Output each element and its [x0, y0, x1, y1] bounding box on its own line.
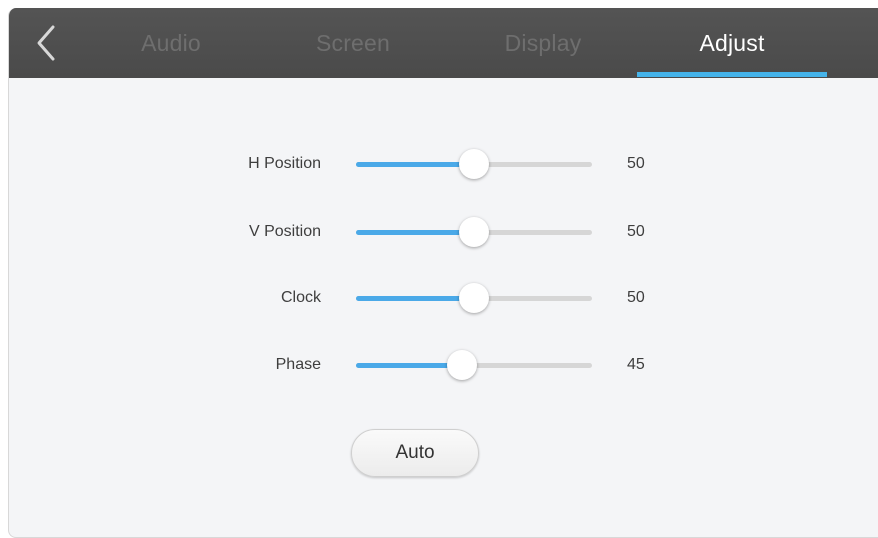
slider-row-phase: Phase 45 [9, 346, 878, 386]
slider-value: 50 [627, 155, 645, 172]
clock-slider[interactable] [356, 283, 592, 313]
slider-value: 50 [627, 289, 645, 306]
slider-row-v-position: V Position 50 [9, 213, 878, 253]
settings-panel: Audio Screen Display Adjust H Position 5… [8, 8, 878, 538]
slider-label: Clock [280, 289, 321, 306]
slider-row-clock: Clock 50 [9, 279, 878, 319]
chevron-left-icon [37, 25, 55, 61]
auto-button[interactable]: Auto [351, 429, 479, 477]
slider-value: 45 [627, 356, 645, 373]
slider-row-h-position: H Position 50 [9, 145, 878, 185]
slider-thumb[interactable] [447, 350, 478, 380]
tab-adjust[interactable]: Adjust [637, 8, 827, 78]
slider-fill [356, 162, 474, 167]
active-tab-indicator [637, 72, 827, 77]
slider-label: H Position [248, 155, 321, 172]
tab-screen[interactable]: Screen [258, 8, 448, 78]
tab-audio[interactable]: Audio [76, 8, 266, 78]
slider-value: 50 [627, 223, 645, 240]
slider-label: V Position [248, 223, 321, 240]
v-position-slider[interactable] [356, 217, 592, 247]
slider-fill [356, 296, 474, 301]
h-position-slider[interactable] [356, 149, 592, 179]
slider-thumb[interactable] [459, 283, 489, 313]
back-button[interactable] [33, 24, 61, 62]
slider-thumb[interactable] [459, 217, 489, 247]
tab-display[interactable]: Display [448, 8, 638, 78]
slider-label: Phase [275, 356, 321, 373]
phase-slider[interactable] [356, 350, 592, 380]
tab-bar: Audio Screen Display Adjust [9, 8, 878, 78]
slider-thumb[interactable] [459, 149, 489, 179]
slider-fill [356, 230, 474, 235]
